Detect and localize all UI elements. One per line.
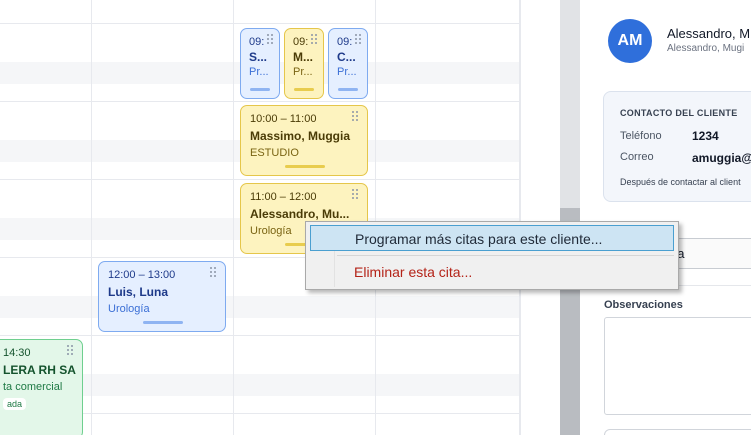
appointment-service: Pr...: [337, 66, 357, 78]
panel-bottom-field[interactable]: [604, 429, 751, 435]
appointment-time: 10:00 – 11:00: [250, 113, 317, 125]
appointment-service: Pr...: [249, 66, 269, 78]
phone-label: Teléfono: [620, 130, 662, 142]
drag-handle-icon[interactable]: [355, 34, 363, 44]
calendar-grid: 09: S... Pr... 09: M... Pr... 09: C... P…: [0, 0, 560, 435]
appointment-progress-bar: [250, 88, 270, 91]
observations-label: Observaciones: [604, 299, 683, 311]
client-name: Alessandro, M: [667, 26, 751, 41]
drag-handle-icon[interactable]: [267, 34, 275, 44]
calendar-day-divider: [375, 0, 376, 435]
appointment-card[interactable]: 09: S... Pr...: [240, 28, 280, 99]
appointment-card[interactable]: 09: M... Pr...: [284, 28, 324, 99]
appointment-time: 14:30: [3, 347, 31, 359]
client-contact-card: CONTACTO DEL CLIENTE Teléfono 1234 Corre…: [603, 91, 751, 202]
appointment-client: M...: [293, 50, 313, 64]
appointment-progress-bar: [338, 88, 358, 91]
calendar-day-divider: [91, 0, 92, 435]
appointment-progress-bar: [294, 88, 314, 91]
calendar-hour-line: [0, 101, 520, 102]
calendar-hour-line: [0, 23, 520, 24]
client-subtitle: Alessandro, Mugi: [667, 43, 745, 54]
status-badge: ada: [3, 398, 27, 410]
email-value[interactable]: amuggia@: [692, 151, 751, 165]
appointment-client: Luis, Luna: [108, 285, 168, 299]
email-label: Correo: [620, 151, 654, 163]
menu-item-delete-appointment[interactable]: Eliminar esta cita...: [310, 259, 674, 285]
drag-handle-icon[interactable]: [67, 345, 75, 355]
menu-separator: [337, 255, 674, 256]
appointment-time: 12:00 – 13:00: [108, 269, 176, 281]
appointment-service: ESTUDIO: [250, 147, 299, 159]
appointment-client: Massimo, Muggia: [250, 129, 351, 143]
calendar-hour-line: [0, 179, 520, 180]
appointment-service: Urología: [108, 303, 150, 315]
appointment-progress-bar: [285, 165, 325, 168]
drag-handle-icon[interactable]: [311, 34, 319, 44]
menu-item-label: Programar más citas para este cliente...: [355, 231, 603, 247]
appointment-client: LERA RH SA: [3, 363, 76, 377]
drag-handle-icon[interactable]: [352, 111, 360, 121]
appointment-time: 11:00 – 12:00: [250, 191, 317, 203]
contact-card-title: CONTACTO DEL CLIENTE: [620, 108, 738, 118]
calendar-row-shade: [0, 296, 520, 318]
appointment-client: Alessandro, Mu...: [250, 207, 350, 221]
appointment-client: C...: [337, 50, 356, 64]
menu-item-schedule-more[interactable]: Programar más citas para este cliente...: [310, 225, 674, 251]
appointment-progress-bar: [143, 321, 183, 324]
phone-value[interactable]: 1234: [692, 129, 719, 143]
calendar-hour-line: [0, 335, 520, 336]
calendar-right-gutter: [520, 0, 560, 435]
drag-handle-icon[interactable]: [210, 267, 218, 277]
context-menu: Programar más citas para este cliente...…: [305, 221, 679, 290]
appointment-client: S...: [249, 50, 268, 64]
appointment-card[interactable]: 09: C... Pr...: [328, 28, 368, 99]
observations-textarea[interactable]: [604, 317, 751, 415]
drag-handle-icon[interactable]: [352, 189, 360, 199]
client-detail-panel: AM Alessandro, M Alessandro, Mugi CONTAC…: [580, 0, 751, 435]
menu-item-label: Eliminar esta cita...: [354, 264, 473, 280]
contact-note: Después de contactar al client: [620, 177, 741, 187]
appointment-card[interactable]: 12:00 – 13:00 Luis, Luna Urología: [98, 261, 226, 332]
avatar: AM: [608, 19, 652, 63]
appointment-card[interactable]: 10:00 – 11:00 Massimo, Muggia ESTUDIO: [240, 105, 368, 176]
appointment-card[interactable]: 14:30 LERA RH SA ta comercial ada: [0, 339, 83, 435]
appointment-service: ta comercial: [3, 381, 63, 393]
calendar-day-divider: [233, 0, 234, 435]
appointment-service: Pr...: [293, 66, 313, 78]
